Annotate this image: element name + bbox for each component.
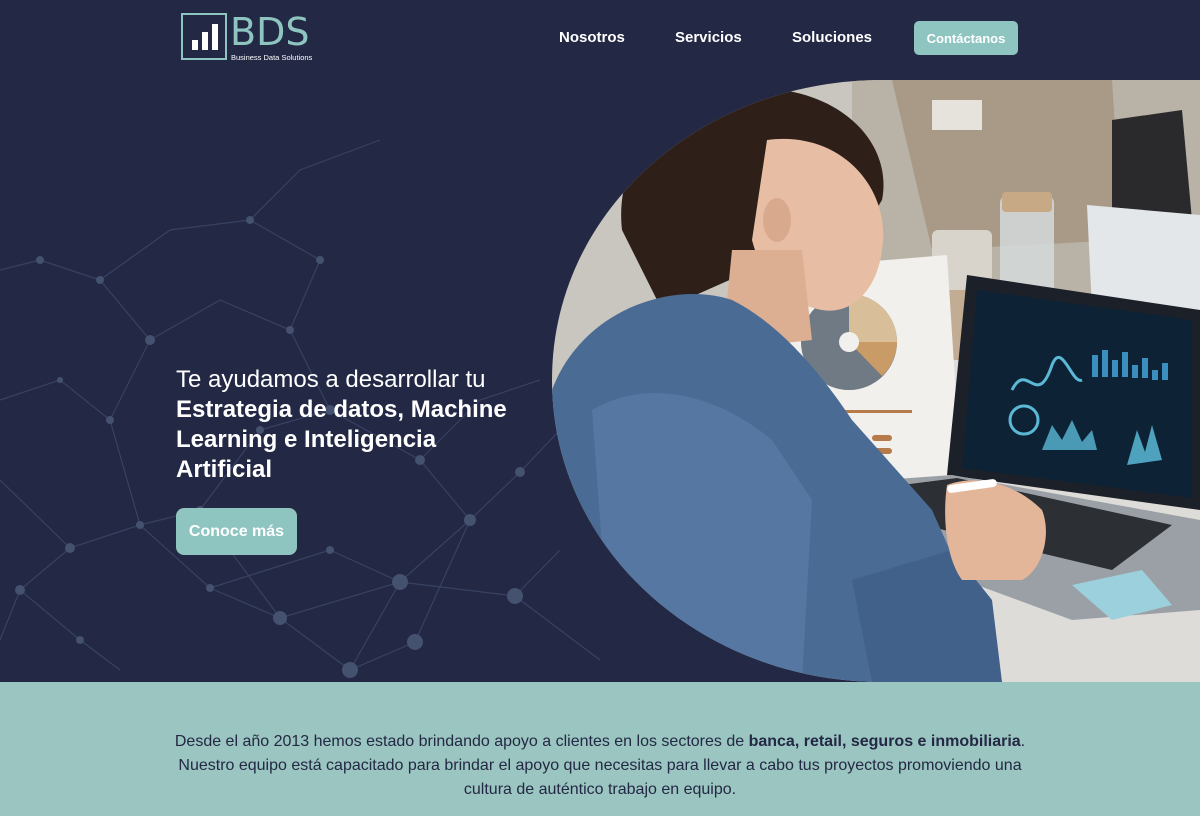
intro-paragraph: Desde el año 2013 hemos estado brindando… [160, 730, 1040, 802]
intro-section: Desde el año 2013 hemos estado brindando… [0, 682, 1200, 816]
main-nav: Nosotros Servicios Soluciones Contáctano… [0, 21, 1200, 55]
nav-nosotros[interactable]: Nosotros [559, 29, 625, 46]
intro-text-part-1: Desde el año 2013 hemos estado brindando… [174, 733, 749, 750]
contact-button[interactable]: Contáctanos [914, 21, 1018, 55]
learn-more-button[interactable]: Conoce más [176, 508, 297, 555]
nav-soluciones[interactable]: Soluciones [792, 29, 872, 46]
nav-servicios[interactable]: Servicios [675, 29, 742, 46]
hero-strong-line-2: Learning e Inteligencia [176, 426, 437, 453]
site-header: BDS Business Data Solutions Nosotros Ser… [0, 0, 1200, 80]
hero-strong-line-1: Estrategia de datos, Machine [176, 396, 507, 423]
hero-heading: Te ayudamos a desarrollar tu Estrategia … [176, 365, 536, 485]
hero-strong-line-3: Artificial [176, 456, 273, 483]
hero-section: Te ayudamos a desarrollar tu Estrategia … [0, 80, 1200, 682]
hero-photo [552, 80, 1200, 682]
hero-intro-line: Te ayudamos a desarrollar tu [176, 366, 486, 393]
intro-sectors: banca, retail, seguros e inmobiliaria [748, 733, 1021, 750]
woman-laptop-illustration [552, 80, 1200, 682]
